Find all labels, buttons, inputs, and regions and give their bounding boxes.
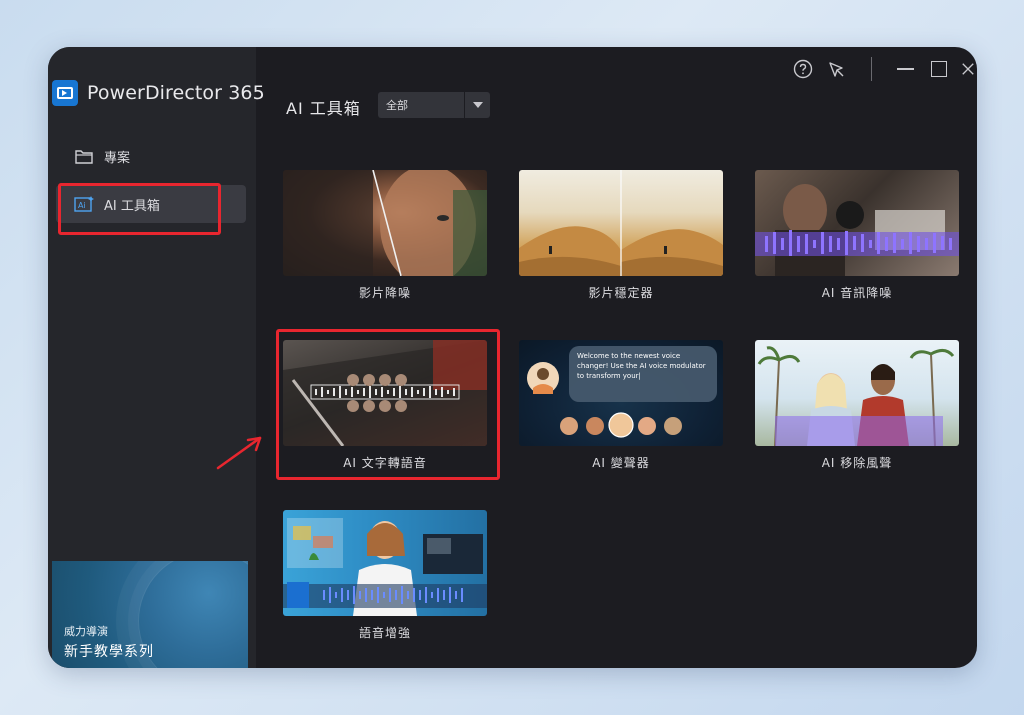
tool-label: AI 移除風聲 — [821, 456, 893, 470]
app-name: PowerDirector 365 — [87, 82, 265, 104]
tool-thumbnail — [755, 170, 959, 276]
tool-tile-speech-enhance[interactable]: 語音增強 — [283, 510, 487, 641]
toolbar-divider — [868, 57, 874, 81]
tool-tile-video-denoise[interactable]: 影片降噪 — [283, 170, 487, 301]
tool-tile-ai-voice-changer[interactable]: Welcome to the newest voice changer! Use… — [519, 340, 723, 471]
annotation-arrow-icon — [216, 436, 262, 470]
sidebar: PowerDirector 365 專案 Ai AI 工具箱 威力導演 新手教學… — [48, 47, 265, 668]
close-icon[interactable] — [961, 58, 975, 80]
sidebar-item-label: 專案 — [104, 150, 131, 166]
page-title: AI 工具箱 — [286, 99, 361, 118]
tool-thumbnail — [283, 340, 487, 446]
tool-thumbnail — [755, 340, 959, 446]
filter-value: 全部 — [386, 99, 408, 112]
maximize-icon[interactable] — [928, 58, 950, 80]
main-content: AI 工具箱 全部 影片降噪 影片穩定器 AI 音訊降噪 AI 文字轉語音 We… — [256, 47, 977, 668]
help-icon[interactable] — [792, 58, 814, 80]
tool-label: AI 變聲器 — [592, 456, 650, 470]
chevron-down-icon[interactable] — [464, 92, 490, 118]
tutorial-subtitle: 威力導演 — [64, 625, 108, 638]
tutorial-title: 新手教學系列 — [64, 644, 154, 660]
tool-thumbnail: Welcome to the newest voice changer! Use… — [519, 340, 723, 446]
folder-icon — [74, 148, 94, 164]
tool-tile-ai-audio-denoise[interactable]: AI 音訊降噪 — [755, 170, 959, 301]
tool-label: 語音增強 — [358, 626, 411, 640]
tool-label: AI 文字轉語音 — [343, 456, 427, 470]
sidebar-item-label: AI 工具箱 — [104, 198, 160, 214]
svg-text:Ai: Ai — [78, 201, 86, 210]
tool-tile-ai-text-to-speech[interactable]: AI 文字轉語音 — [283, 340, 487, 471]
decorative-rings — [138, 561, 248, 668]
minimize-icon[interactable] — [894, 58, 916, 80]
tutorial-banner[interactable]: 威力導演 新手教學系列 — [52, 561, 248, 668]
tool-label: AI 音訊降噪 — [821, 286, 893, 300]
app-window: PowerDirector 365 專案 Ai AI 工具箱 威力導演 新手教學… — [48, 47, 977, 668]
tool-tile-video-stabilizer[interactable]: 影片穩定器 — [519, 170, 723, 301]
sidebar-item-ai-toolbox[interactable]: Ai AI 工具箱 — [56, 185, 246, 223]
sidebar-item-projects[interactable]: 專案 — [56, 137, 246, 175]
tool-tile-ai-wind-removal[interactable]: AI 移除風聲 — [755, 340, 959, 471]
tool-label: 影片降噪 — [358, 286, 411, 300]
tool-label: 影片穩定器 — [588, 286, 654, 300]
feedback-icon[interactable] — [826, 58, 848, 80]
powerdirector-logo-icon — [52, 80, 78, 106]
category-filter-select[interactable]: 全部 — [378, 92, 490, 118]
ai-toolbox-icon: Ai — [74, 196, 94, 212]
app-logo: PowerDirector 365 — [52, 80, 265, 106]
tool-thumbnail — [283, 510, 487, 616]
tool-thumbnail — [283, 170, 487, 276]
tool-thumbnail — [519, 170, 723, 276]
